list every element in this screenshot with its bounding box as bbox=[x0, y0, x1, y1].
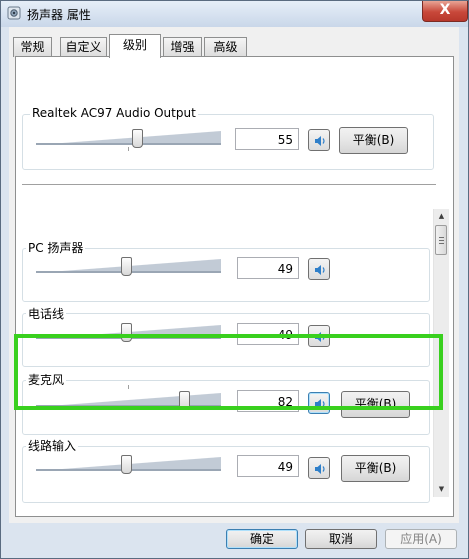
main-output-mute-button[interactable] bbox=[308, 129, 330, 151]
speaker-icon bbox=[7, 6, 21, 20]
separator bbox=[22, 184, 436, 185]
line-in-value-field[interactable]: 49 bbox=[237, 455, 299, 477]
apply-button[interactable]: 应用(A) bbox=[385, 529, 457, 549]
tab-custom[interactable]: 自定义 bbox=[60, 37, 107, 57]
line-in-balance-button[interactable]: 平衡(B) bbox=[341, 455, 410, 482]
main-output-slider-thumb[interactable] bbox=[131, 129, 143, 148]
main-output-balance-button[interactable]: 平衡(B) bbox=[339, 127, 408, 154]
mixer-item-label: 线路输入 bbox=[26, 437, 79, 454]
line-in-mute-button[interactable] bbox=[308, 457, 330, 479]
close-button[interactable]: X bbox=[422, 1, 468, 22]
main-output-slider-track[interactable] bbox=[36, 131, 221, 145]
pc-speaker-value-field[interactable]: 49 bbox=[237, 257, 299, 279]
mixer-item-label: 电话线 bbox=[26, 305, 67, 322]
levels-panel: Realtek AC97 Audio Output 55 平衡(B) ▲ ▼ P… bbox=[15, 56, 454, 517]
title-bar[interactable]: 扬声器 属性 X bbox=[1, 1, 468, 27]
dialog-client: 常规 自定义 级别 增强 高级 Realtek AC97 Audio Outpu… bbox=[9, 27, 459, 523]
mixer-item-label: PC 扬声器 bbox=[26, 239, 86, 256]
close-icon: X bbox=[439, 2, 451, 18]
cancel-button[interactable]: 取消 bbox=[305, 529, 377, 549]
scrollbar-thumb[interactable] bbox=[435, 225, 447, 255]
tab-advanced[interactable]: 高级 bbox=[204, 37, 247, 57]
window-title: 扬声器 属性 bbox=[27, 8, 91, 22]
pc-speaker-mute-button[interactable] bbox=[308, 258, 330, 280]
tab-levels[interactable]: 级别 bbox=[109, 34, 161, 58]
main-output-label: Realtek AC97 Audio Output bbox=[30, 106, 198, 120]
line-in-slider-thumb[interactable] bbox=[121, 455, 133, 474]
pc-speaker-slider-thumb[interactable] bbox=[121, 257, 133, 276]
speaker-volume-icon bbox=[315, 265, 325, 275]
speaker-volume-icon bbox=[315, 464, 325, 474]
slider-tick bbox=[128, 147, 129, 151]
scroll-down-arrow-icon[interactable]: ▼ bbox=[434, 482, 449, 497]
speaker-volume-icon bbox=[315, 136, 325, 146]
scroll-up-arrow-icon[interactable]: ▲ bbox=[434, 209, 449, 224]
properties-window: 扬声器 属性 X 常规 自定义 级别 增强 高级 Realtek AC97 Au… bbox=[0, 0, 469, 559]
tab-general[interactable]: 常规 bbox=[13, 37, 52, 57]
main-output-value-field[interactable]: 55 bbox=[235, 128, 299, 150]
ok-button[interactable]: 确定 bbox=[226, 529, 298, 549]
pc-speaker-group bbox=[22, 248, 430, 302]
microphone-highlight-box bbox=[14, 334, 443, 410]
tab-enhancements[interactable]: 增强 bbox=[163, 37, 202, 57]
